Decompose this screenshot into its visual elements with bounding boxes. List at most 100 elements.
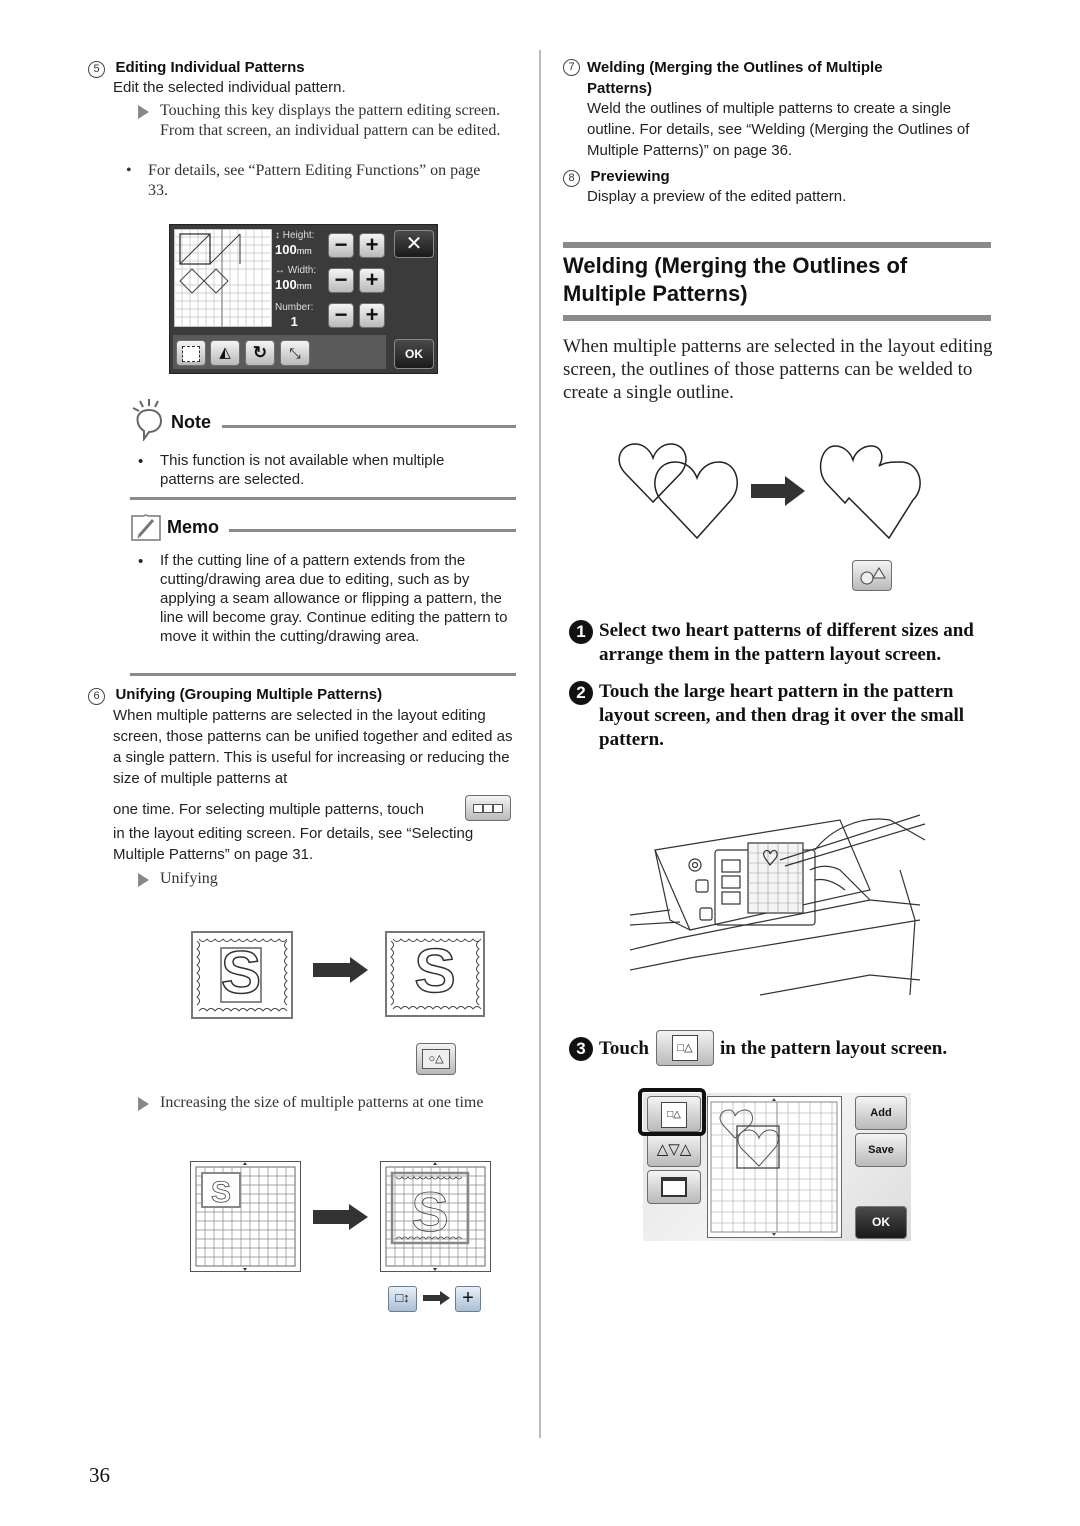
ok-button[interactable]: OK	[394, 339, 434, 369]
step-text: Select two heart patterns of different s…	[599, 620, 974, 665]
memo-title: Memo	[167, 517, 220, 537]
bullet-dot: •	[138, 553, 144, 570]
note-title: Note	[171, 412, 211, 432]
width-plus-button[interactable]: +	[359, 268, 385, 293]
plus-icon: +	[462, 1287, 474, 1309]
memo-bullet: • If the cutting line of a pattern exten…	[138, 551, 518, 646]
close-icon: ✕	[405, 233, 423, 255]
number-setting: Number: 1	[275, 302, 313, 329]
arrow-text: Unifying	[160, 870, 218, 887]
arrow-text: Touching this key displays the pattern e…	[160, 102, 501, 139]
step-number: 3	[569, 1037, 593, 1061]
step-text-after: in the pattern layout screen.	[720, 1038, 948, 1059]
desc-text: one time. For selecting multiple pattern…	[113, 801, 424, 818]
save-label: Save	[868, 1144, 894, 1156]
memo-pencil-icon	[131, 514, 161, 541]
layer-button[interactable]	[647, 1170, 701, 1204]
flip-button[interactable]: ◭	[210, 340, 240, 366]
layout-ok-button[interactable]: OK	[855, 1206, 907, 1239]
layer-icon	[661, 1177, 687, 1197]
number-minus-button[interactable]: −	[328, 303, 354, 328]
height-plus-button[interactable]: +	[359, 233, 385, 258]
resize-button[interactable]: ⤡	[280, 340, 310, 366]
unify-icon: ○△	[422, 1049, 450, 1069]
unify-button[interactable]: ○△	[416, 1043, 456, 1075]
section-top-rule	[563, 242, 991, 248]
step-2: 2 Touch the large heart pattern in the p…	[569, 680, 994, 752]
step-number: 2	[569, 681, 593, 705]
memo-title-rule	[229, 529, 516, 532]
height-minus-button[interactable]: −	[328, 233, 354, 258]
page-number: 36	[89, 1463, 110, 1487]
weld-arrow	[751, 484, 787, 498]
height-setting: ↕ Height: 100mm	[275, 230, 314, 259]
pattern-preview-grid	[174, 229, 272, 327]
flip-icon: ◭	[219, 344, 231, 361]
unify-arrow-icon	[313, 963, 353, 977]
number-label: Number:	[275, 302, 314, 313]
bullet-dot: •	[138, 453, 144, 470]
multi-select-button[interactable]	[465, 795, 511, 821]
size-arrow-icon	[423, 1295, 441, 1301]
triangle-arrow-icon	[138, 873, 149, 887]
stamp-letter: S	[414, 937, 457, 1006]
increase-arrow-icon	[313, 1210, 351, 1224]
item-number: 8	[563, 170, 580, 187]
triangle-arrow-icon	[138, 105, 149, 119]
plus-button[interactable]: +	[455, 1286, 481, 1312]
column-divider	[539, 50, 541, 1438]
add-button[interactable]: Add	[855, 1096, 907, 1130]
close-button[interactable]: ✕	[394, 230, 434, 258]
resize-icon: ⤡	[289, 345, 301, 361]
small-heart	[618, 443, 687, 504]
svg-text:S: S	[411, 1180, 448, 1243]
highlight-callout-box	[638, 1088, 706, 1136]
step-1: 1 Select two heart patterns of different…	[569, 619, 994, 667]
stamp-before: S	[191, 931, 293, 1019]
rotate-button[interactable]: ↻	[245, 340, 275, 366]
grid-before: S	[190, 1161, 301, 1272]
weld-layout-icon: □△	[672, 1035, 698, 1061]
rotate-icon: ↻	[252, 343, 268, 362]
note-text: This function is not available when mult…	[160, 452, 445, 488]
number-value: 1	[290, 314, 298, 329]
memo-text: If the cutting line of a pattern extends…	[160, 552, 508, 645]
weld-layout-button[interactable]: □△	[656, 1030, 714, 1066]
layout-grid	[707, 1096, 842, 1238]
height-label: ↕ Height:	[275, 230, 315, 241]
height-unit: mm	[296, 246, 312, 256]
step-text: Touch the large heart pattern in the pat…	[599, 681, 965, 750]
bullet-text: For details, see “Pattern Editing Functi…	[148, 162, 481, 199]
unify-arrow-head	[350, 957, 368, 983]
item-5-heading: 5 Editing Individual Patterns	[88, 57, 528, 78]
width-minus-button[interactable]: −	[328, 268, 354, 293]
save-button[interactable]: Save	[855, 1133, 907, 1167]
align-button[interactable]: △▽△	[647, 1133, 701, 1167]
item-8-heading: 8 Previewing	[563, 166, 983, 187]
stamp-after: S	[385, 931, 485, 1017]
pattern-edit-screen: ↕ Height: 100mm ↔ Width: 100mm Number: 1…	[169, 224, 438, 374]
section-intro: When multiple patterns are selected in t…	[563, 336, 993, 403]
number-plus-button[interactable]: +	[359, 303, 385, 328]
seam-allowance-icon	[182, 346, 200, 362]
item-number: 6	[88, 688, 105, 705]
arrow-text: Increasing the size of multiple patterns…	[160, 1094, 484, 1111]
item-7-heading: 7 Welding (Merging the Outlines of Multi…	[563, 57, 983, 99]
item-6-heading: 6 Unifying (Grouping Multiple Patterns)	[88, 684, 528, 705]
stamp-letter: S	[220, 939, 262, 1006]
align-icon: △▽△	[656, 1141, 692, 1158]
item-5-bullet: • For details, see “Pattern Editing Func…	[126, 161, 496, 201]
step-text-before: Touch	[599, 1038, 649, 1059]
item-title: Welding (Merging the Outlines of Multipl…	[587, 59, 883, 97]
weld-button[interactable]	[852, 560, 892, 591]
weld-icon	[860, 567, 886, 585]
size-button[interactable]: □↕	[388, 1286, 417, 1312]
width-unit: mm	[296, 281, 312, 291]
step-number: 1	[569, 620, 593, 644]
machine-touch-illustration	[630, 814, 926, 996]
section-title: Welding (Merging the Outlines of Multipl…	[563, 253, 908, 306]
grid-after: S	[380, 1161, 491, 1272]
item-7-description: Weld the outlines of multiple patterns t…	[587, 100, 970, 159]
note-title-rule	[222, 425, 516, 428]
seam-allowance-button[interactable]	[176, 340, 206, 366]
